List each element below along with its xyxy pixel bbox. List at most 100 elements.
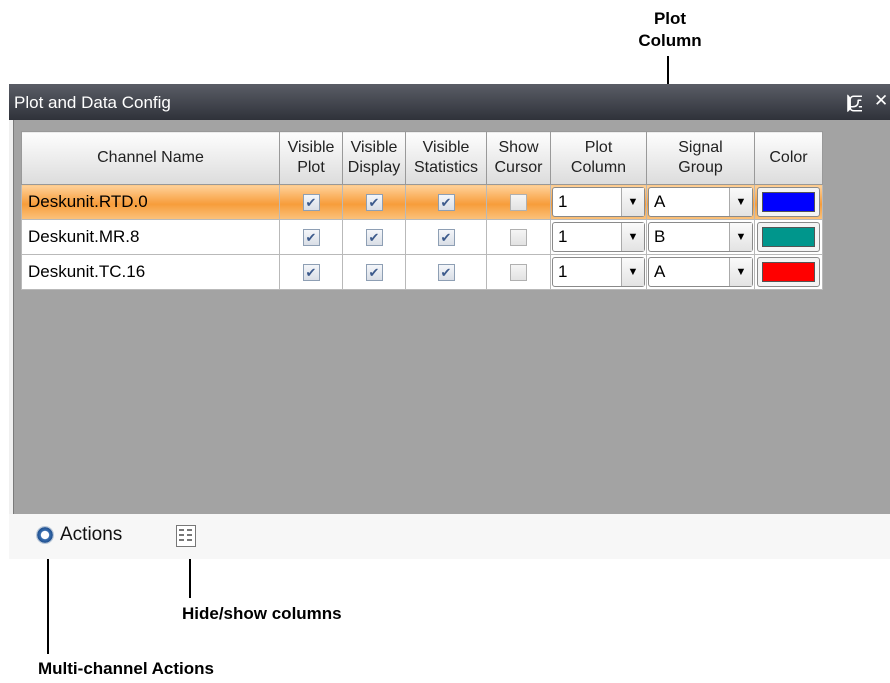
color-cell	[754, 184, 823, 220]
show-cursor-checkbox[interactable]	[510, 194, 527, 212]
color-picker-button[interactable]	[757, 187, 820, 217]
visible-plot-checkbox[interactable]: ✔	[302, 194, 320, 212]
dropdown-cell: A ▼	[646, 184, 755, 220]
chevron-down-icon[interactable]: ▼	[621, 188, 644, 216]
dropdown-value: 1	[558, 192, 568, 211]
show-cursor-checkbox[interactable]	[510, 229, 527, 247]
dropdown-value: A	[654, 262, 666, 281]
column-header-line1: Show	[498, 139, 539, 156]
dropdown-cell: 1 ▼	[550, 254, 647, 290]
visible-statistics-checkbox[interactable]: ✔	[437, 264, 455, 282]
column-header[interactable]: Visible Plot	[279, 131, 343, 185]
table-row[interactable]: Deskunit.RTD.0 ✔ ✔ ✔ 1 ▼ A ▼	[21, 184, 823, 220]
plot-column-dropdown[interactable]: 1 ▼	[552, 187, 645, 217]
checkbox-cell: ✔	[405, 219, 487, 255]
panel-title: Plot and Data Config	[14, 93, 171, 112]
checkbox-cell: ✔	[342, 219, 406, 255]
table-body: Deskunit.RTD.0 ✔ ✔ ✔ 1 ▼ A ▼ Deskunit.MR.8 ✔ ✔ ✔ 1 ▼ B…	[21, 184, 823, 290]
color-cell	[754, 219, 823, 255]
column-header-line2: Plot	[297, 159, 325, 176]
dropdown-value: B	[654, 227, 666, 246]
column-header-line2: Group	[678, 159, 723, 176]
plot-column-dropdown[interactable]: 1 ▼	[552, 257, 645, 287]
column-header-line1: Visible	[287, 139, 335, 156]
checkbox-cell: ✔	[279, 219, 343, 255]
gear-icon	[36, 526, 54, 544]
show-cursor-checkbox[interactable]	[510, 264, 527, 282]
color-swatch	[762, 192, 815, 212]
columns-icon[interactable]	[176, 525, 196, 547]
column-header[interactable]: Signal Group	[646, 131, 755, 185]
channel-name-cell: Deskunit.TC.16	[21, 254, 280, 290]
color-swatch	[762, 262, 815, 282]
multi-channel-callout: Multi-channel Actions	[38, 659, 214, 678]
chevron-down-icon[interactable]: ▼	[729, 188, 752, 216]
plot-column-dropdown[interactable]: 1 ▼	[552, 222, 645, 252]
checkbox-cell: ✔	[405, 254, 487, 290]
chevron-down-icon[interactable]: ▼	[729, 223, 752, 251]
signal-group-dropdown[interactable]: A ▼	[648, 257, 753, 287]
visible-statistics-checkbox[interactable]: ✔	[437, 194, 455, 212]
close-icon[interactable]: ✕	[874, 91, 888, 111]
dropdown-value: A	[654, 192, 666, 211]
dropdown-cell: 1 ▼	[550, 184, 647, 220]
column-header[interactable]: Channel Name	[21, 131, 280, 185]
visible-statistics-checkbox[interactable]: ✔	[437, 229, 455, 247]
column-header[interactable]: Show Cursor	[486, 131, 551, 185]
actions-button[interactable]: Actions	[36, 522, 122, 548]
signal-group-dropdown[interactable]: A ▼	[648, 187, 753, 217]
signal-group-dropdown[interactable]: B ▼	[648, 222, 753, 252]
visible-plot-checkbox[interactable]: ✔	[302, 264, 320, 282]
dropdown-value: 1	[558, 262, 568, 281]
visible-plot-checkbox[interactable]: ✔	[302, 229, 320, 247]
hide-show-callout: Hide/show columns	[182, 604, 342, 623]
column-header-line1: Plot	[584, 139, 613, 156]
column-header-line1: Signal	[678, 139, 723, 156]
dropdown-cell: 1 ▼	[550, 219, 647, 255]
checkbox-cell: ✔	[342, 254, 406, 290]
plot-column-callout: Plot Column	[610, 8, 730, 52]
column-header-line2: Statistics	[413, 159, 478, 176]
column-header[interactable]: Color	[754, 131, 823, 185]
bottom-toolbar: Actions	[9, 514, 890, 559]
color-picker-button[interactable]	[757, 222, 820, 252]
checkbox-cell: ✔	[279, 254, 343, 290]
checkbox-cell: ✔	[279, 184, 343, 220]
plot-column-callout-line2: Column	[638, 31, 702, 50]
column-header[interactable]: Plot Column	[550, 131, 647, 185]
color-picker-button[interactable]	[757, 257, 820, 287]
column-header-line2: Column	[570, 159, 627, 176]
column-header[interactable]: Visible Display	[342, 131, 406, 185]
column-header-line1: Color	[769, 149, 808, 166]
column-header[interactable]: Visible Statistics	[405, 131, 487, 185]
column-header-line1: Visible	[422, 139, 470, 156]
chevron-down-icon[interactable]: ▼	[621, 258, 644, 286]
panel-titlebar: Plot and Data Config 🯁 ✕	[9, 84, 890, 120]
table-row[interactable]: Deskunit.MR.8 ✔ ✔ ✔ 1 ▼ B ▼	[21, 219, 823, 255]
actions-label: Actions	[60, 524, 123, 545]
visible-display-checkbox[interactable]: ✔	[365, 264, 383, 282]
checkbox-cell: ✔	[405, 184, 487, 220]
checkbox-cell	[486, 184, 551, 220]
column-header-line1: Visible	[350, 139, 398, 156]
checkbox-cell	[486, 254, 551, 290]
dropdown-cell: A ▼	[646, 254, 755, 290]
column-header-line2: Cursor	[494, 159, 543, 176]
multi-channel-leader-line	[47, 549, 49, 654]
chevron-down-icon[interactable]: ▼	[729, 258, 752, 286]
table-row[interactable]: Deskunit.TC.16 ✔ ✔ ✔ 1 ▼ A ▼	[21, 254, 823, 290]
visible-display-checkbox[interactable]: ✔	[365, 229, 383, 247]
plot-data-config-panel: Plot and Data Config 🯁 ✕ Channel Name Vis…	[9, 84, 890, 559]
dropdown-cell: B ▼	[646, 219, 755, 255]
pin-icon[interactable]: 🯁	[845, 91, 862, 120]
visible-display-checkbox[interactable]: ✔	[365, 194, 383, 212]
color-swatch	[762, 227, 815, 247]
column-header-line2: Display	[347, 159, 401, 176]
channel-name-cell: Deskunit.RTD.0	[21, 184, 280, 220]
table-header-row: Channel Name Visible Plot Visible Display Vis…	[21, 131, 823, 185]
chevron-down-icon[interactable]: ▼	[621, 223, 644, 251]
channel-grid: Channel Name Visible Plot Visible Display Vis…	[13, 120, 890, 559]
plot-column-callout-line1: Plot	[653, 9, 687, 28]
channel-name-cell: Deskunit.MR.8	[21, 219, 280, 255]
channel-table: Channel Name Visible Plot Visible Display Vis…	[21, 131, 823, 290]
